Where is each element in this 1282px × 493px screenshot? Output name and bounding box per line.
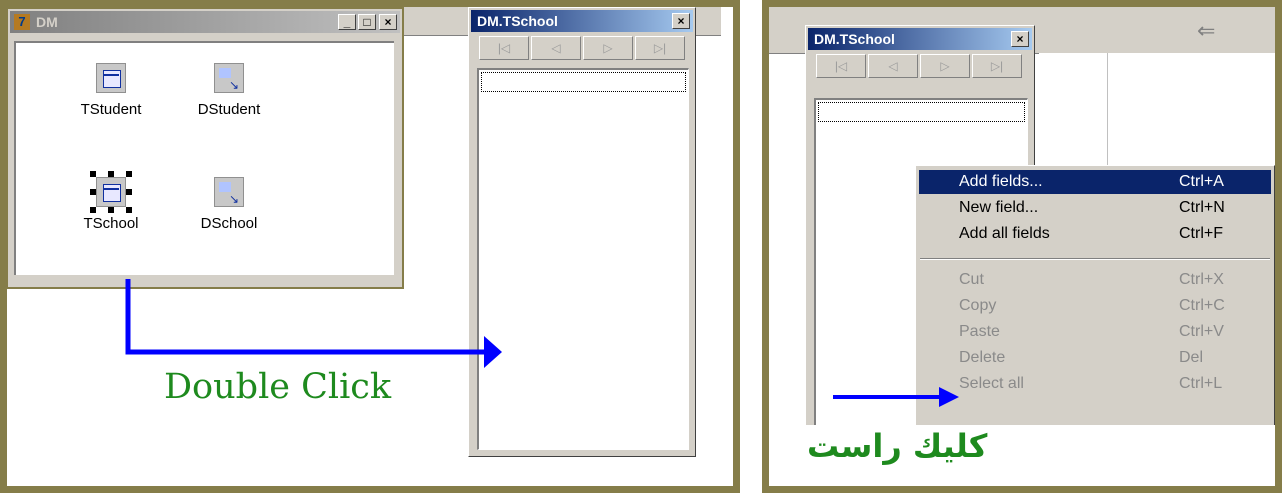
arrow-double-click [125,279,502,368]
frame-border [1275,0,1282,493]
frame-border [733,0,740,493]
annotation-right-click: كليك راست [807,427,988,465]
frame-border [762,0,1282,7]
right-panel: ⇐ DM.TSchool × |◁ ◁ ▷ ▷| Add fields... C… [767,7,1276,487]
annotation-double-click: Double Click [164,367,392,407]
frame-border [0,486,740,493]
arrow-right-click [833,387,959,407]
frame-border [0,0,7,493]
left-panel: 7 DM _ □ × TStudent ↘ DStudent TSchool ↘… [6,7,737,487]
frame-border [762,0,769,493]
frame-border [0,0,740,7]
frame-border [762,486,1282,493]
